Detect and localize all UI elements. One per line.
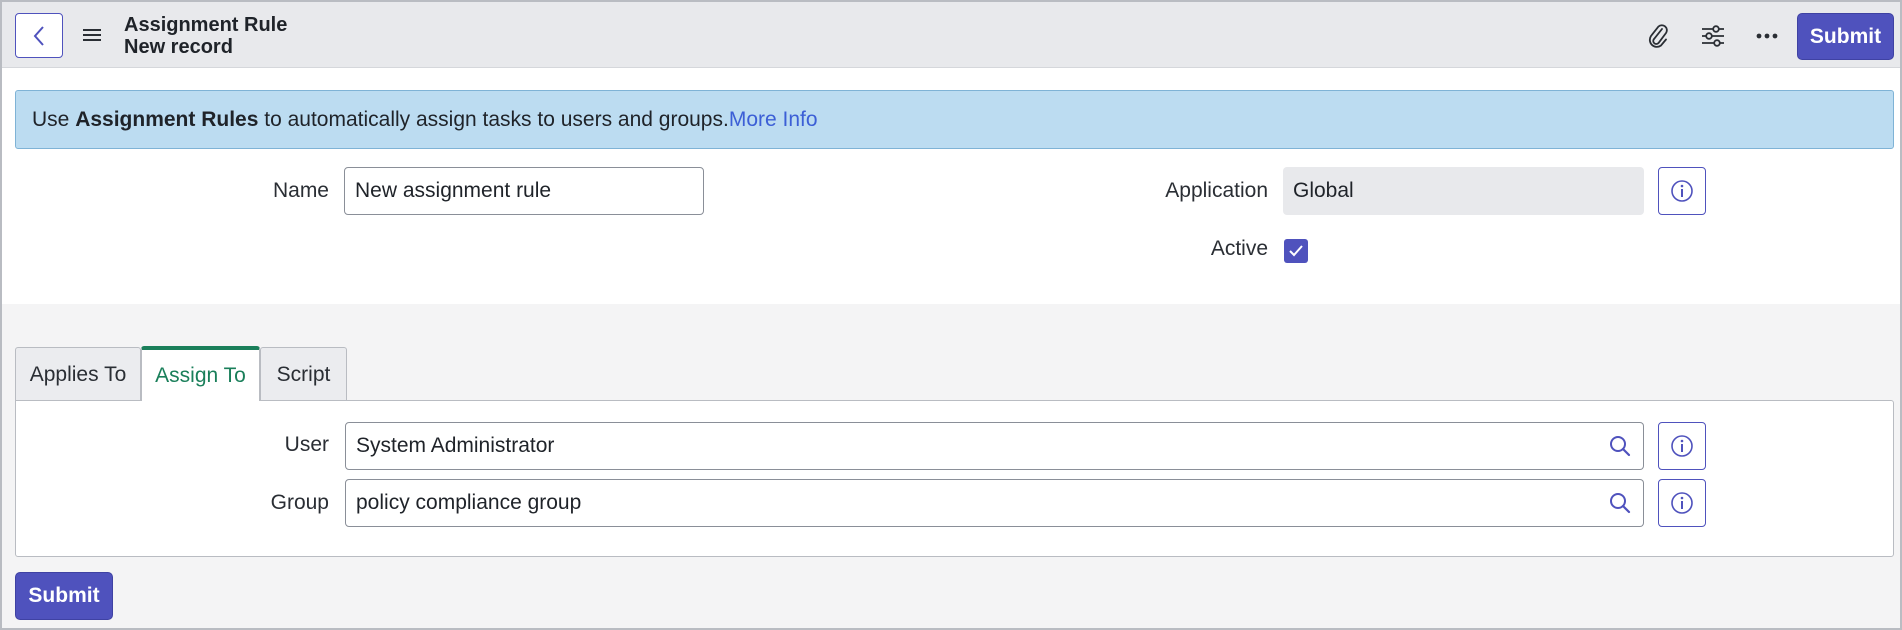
checkmark-icon bbox=[1289, 245, 1303, 257]
application-info-button[interactable] bbox=[1658, 167, 1706, 215]
application-field: Global bbox=[1283, 167, 1644, 215]
back-button[interactable] bbox=[15, 13, 63, 58]
tab-applies-to[interactable]: Applies To bbox=[15, 347, 141, 401]
group-lookup-button[interactable] bbox=[1596, 479, 1644, 527]
more-options-icon[interactable] bbox=[1751, 20, 1783, 52]
user-lookup-button[interactable] bbox=[1596, 422, 1644, 470]
settings-sliders-icon[interactable] bbox=[1697, 20, 1729, 52]
banner-bold-text: Assignment Rules bbox=[75, 107, 259, 131]
tab-script[interactable]: Script bbox=[260, 347, 347, 401]
name-field[interactable]: New assignment rule bbox=[344, 167, 704, 215]
paperclip-icon[interactable] bbox=[1642, 20, 1674, 52]
tab-assign-to[interactable]: Assign To bbox=[141, 346, 260, 401]
form-header: Assignment Rule New record Submit bbox=[2, 2, 1900, 68]
chevron-left-icon bbox=[33, 25, 44, 46]
info-icon bbox=[1671, 435, 1693, 457]
active-checkbox[interactable] bbox=[1284, 239, 1308, 263]
header-submit-button[interactable]: Submit bbox=[1797, 13, 1894, 60]
hamburger-menu-icon[interactable] bbox=[82, 26, 102, 44]
active-label: Active bbox=[1210, 237, 1268, 260]
group-field[interactable]: policy compliance group bbox=[345, 479, 1597, 527]
application-label: Application bbox=[1165, 179, 1268, 202]
user-info-button[interactable] bbox=[1658, 422, 1706, 470]
record-title: Assignment Rule New record bbox=[124, 14, 287, 58]
banner-prefix: Use bbox=[32, 107, 76, 131]
banner-suffix: to automatically assign tasks to users a… bbox=[258, 107, 729, 131]
group-label: Group bbox=[270, 491, 329, 514]
page-title: Assignment Rule bbox=[124, 14, 288, 36]
info-icon bbox=[1671, 180, 1693, 202]
page-subtitle: New record bbox=[124, 36, 233, 58]
user-label: User bbox=[284, 433, 329, 456]
footer-submit-button[interactable]: Submit bbox=[15, 572, 113, 620]
group-info-button[interactable] bbox=[1658, 479, 1706, 527]
more-info-link[interactable]: More Info bbox=[729, 108, 818, 132]
search-icon bbox=[1609, 493, 1630, 514]
info-banner: Use Assignment Rules to automatically as… bbox=[15, 90, 1894, 149]
name-label: Name bbox=[272, 179, 329, 202]
search-icon bbox=[1609, 436, 1630, 457]
user-field[interactable]: System Administrator bbox=[345, 422, 1597, 470]
form-window: Assignment Rule New record Submit Use As… bbox=[0, 0, 1902, 630]
info-icon bbox=[1671, 492, 1693, 514]
